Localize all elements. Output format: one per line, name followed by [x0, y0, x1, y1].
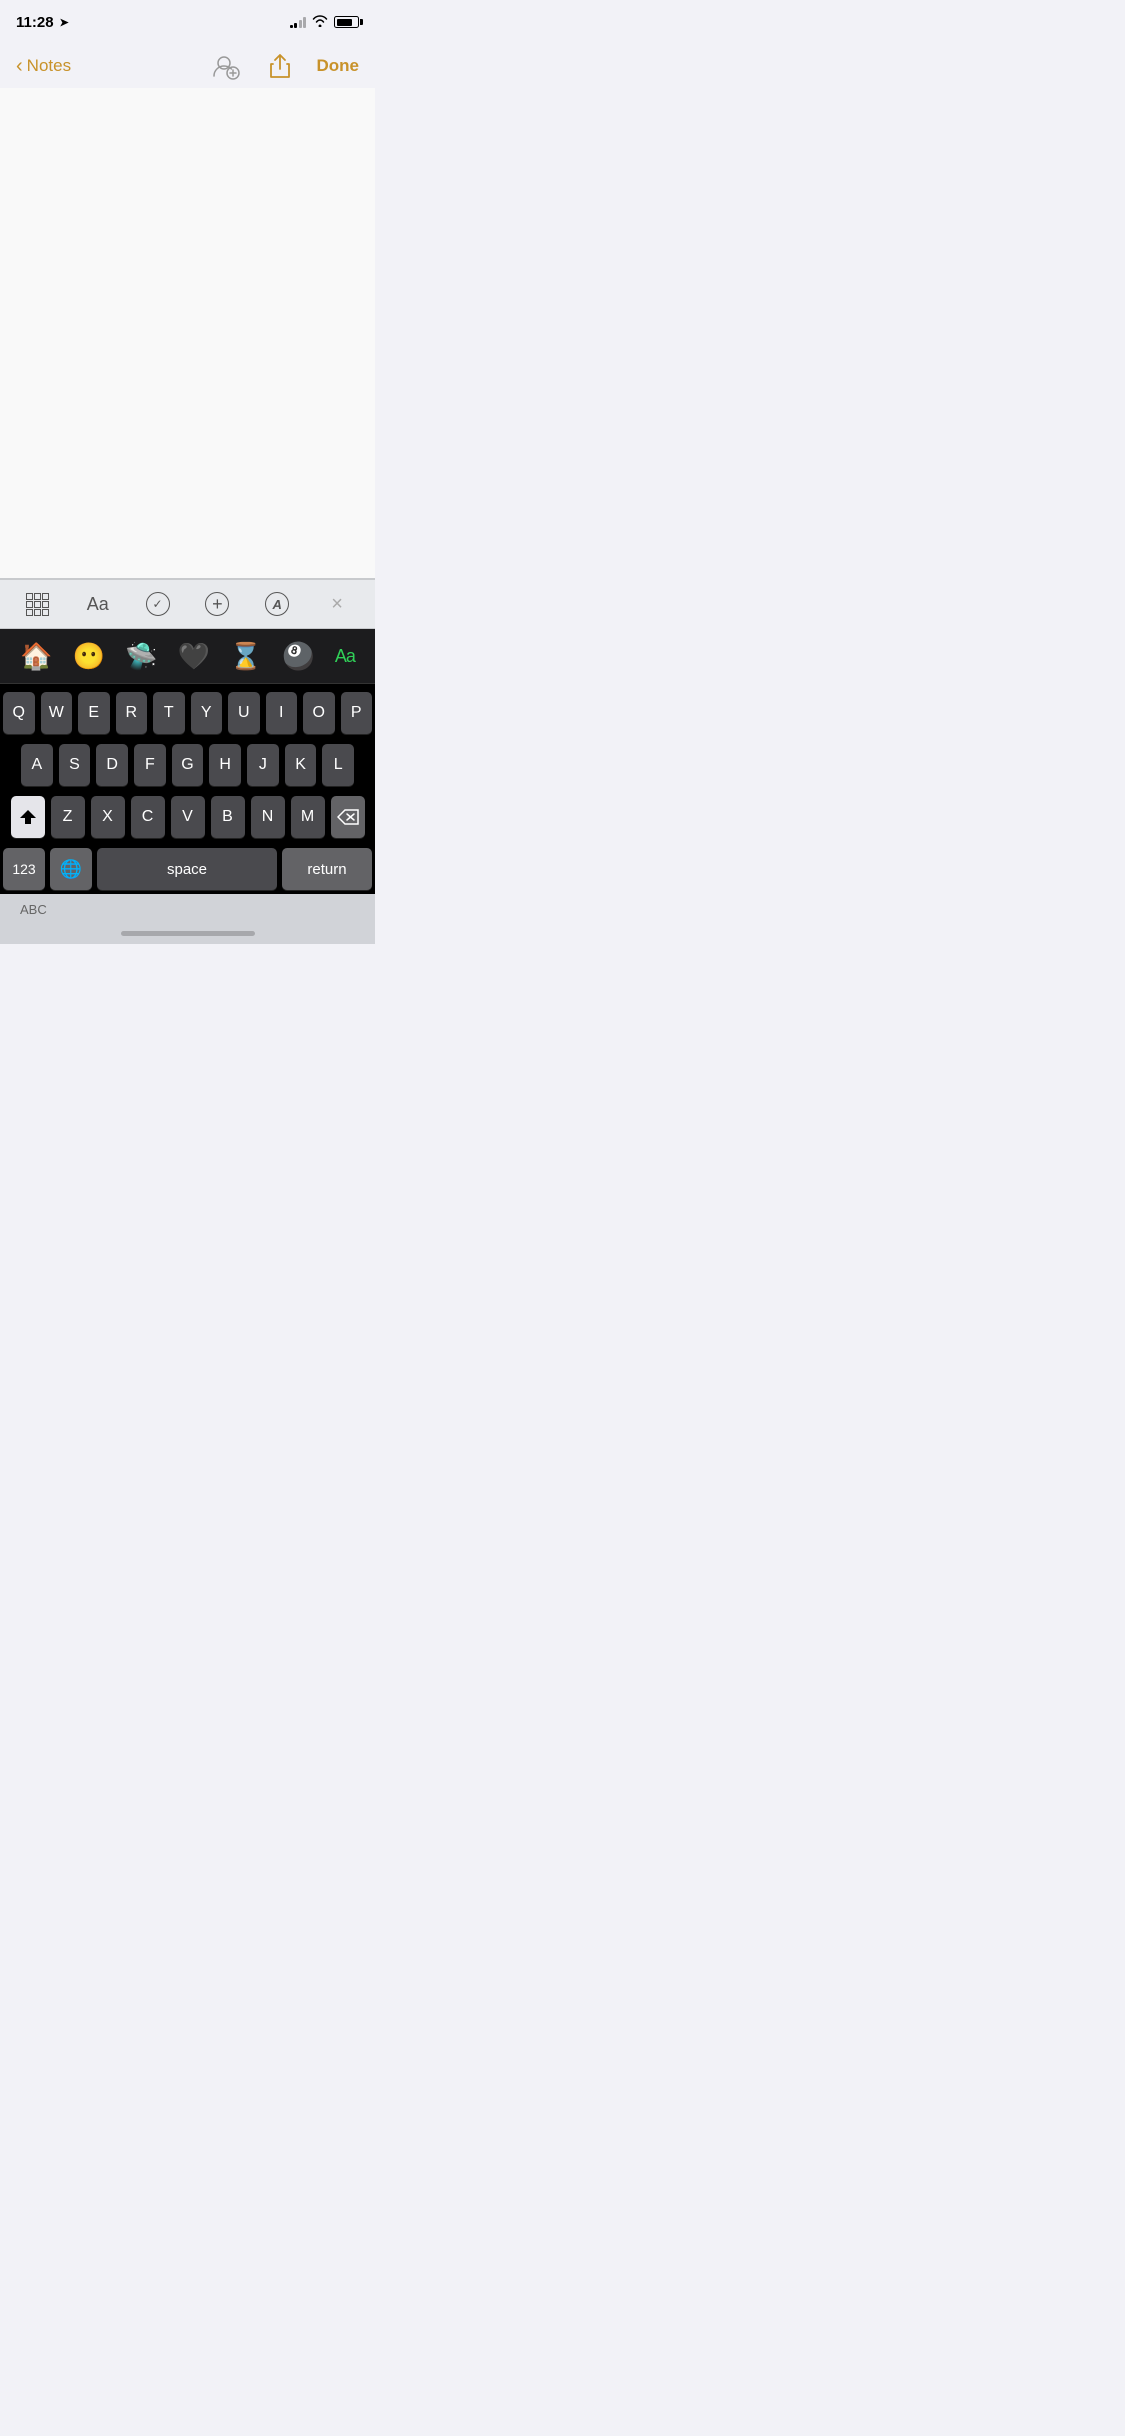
key-c[interactable]: C	[131, 796, 165, 838]
back-label: Notes	[27, 56, 71, 76]
key-x[interactable]: X	[91, 796, 125, 838]
key-rows: Q W E R T Y U I O P A S D F G H J K L	[0, 684, 375, 894]
status-icons	[290, 14, 360, 30]
key-r[interactable]: R	[116, 692, 148, 734]
location-arrow-icon: ➤	[60, 16, 69, 29]
shift-key[interactable]	[11, 796, 45, 838]
nav-bar: ‹ Notes Done	[0, 44, 375, 88]
key-d[interactable]: D	[96, 744, 128, 786]
bottom-bar: ABC	[0, 894, 375, 944]
numbers-key[interactable]: 123	[3, 848, 45, 890]
key-row-4: 123 🌐 space return	[3, 848, 372, 890]
key-v[interactable]: V	[171, 796, 205, 838]
key-a[interactable]: A	[21, 744, 53, 786]
key-e[interactable]: E	[78, 692, 110, 734]
status-time: 11:28 ➤	[16, 14, 69, 31]
status-bar: 11:28 ➤	[0, 0, 375, 44]
checklist-button[interactable]: ✓	[136, 582, 180, 626]
key-h[interactable]: H	[209, 744, 241, 786]
table-button[interactable]	[16, 582, 60, 626]
key-u[interactable]: U	[228, 692, 260, 734]
key-q[interactable]: Q	[3, 692, 35, 734]
check-circle-icon: ✓	[146, 592, 170, 616]
key-g[interactable]: G	[172, 744, 204, 786]
emoji-expressionless[interactable]: 😶	[73, 641, 105, 672]
emoji-8ball[interactable]: 🎱	[282, 641, 314, 672]
markup-button[interactable]: A	[255, 582, 299, 626]
delete-key[interactable]	[331, 796, 365, 838]
key-f[interactable]: F	[134, 744, 166, 786]
emoji-pixel-heart[interactable]: 🖤	[177, 641, 209, 672]
key-y[interactable]: Y	[191, 692, 223, 734]
key-row-2: A S D F G H J K L	[3, 744, 372, 786]
return-key[interactable]: return	[282, 848, 372, 890]
back-button[interactable]: ‹ Notes	[16, 56, 71, 76]
back-chevron-icon: ‹	[16, 56, 23, 76]
close-keyboard-button[interactable]: ×	[315, 582, 359, 626]
font-button[interactable]: Aa	[76, 582, 120, 626]
emoji-ufo[interactable]: 🛸	[125, 641, 157, 672]
key-k[interactable]: K	[285, 744, 317, 786]
font-icon: Aa	[87, 594, 109, 615]
key-w[interactable]: W	[41, 692, 73, 734]
key-j[interactable]: J	[247, 744, 279, 786]
table-icon	[26, 593, 49, 616]
key-o[interactable]: O	[303, 692, 335, 734]
insert-button[interactable]: +	[195, 582, 239, 626]
time-label: 11:28	[16, 14, 54, 31]
keyboard: 🏠 😶 🛸 🖤 ⌛ 🎱 Aa Q W E R T Y U I O P A S D…	[0, 629, 375, 894]
done-button[interactable]: Done	[317, 56, 360, 76]
key-i[interactable]: I	[266, 692, 298, 734]
key-row-1: Q W E R T Y U I O P	[3, 692, 372, 734]
home-indicator	[121, 931, 255, 936]
emoji-aa-button[interactable]: Aa	[335, 646, 355, 667]
wifi-icon	[312, 14, 328, 30]
emoji-hourglass[interactable]: ⌛	[230, 641, 262, 672]
key-m[interactable]: M	[291, 796, 325, 838]
globe-key[interactable]: 🌐	[50, 848, 92, 890]
plus-circle-icon: +	[205, 592, 229, 616]
key-row-3: Z X C V B N M	[3, 796, 372, 838]
nav-actions: Done	[209, 49, 360, 83]
battery-icon	[334, 16, 359, 28]
key-p[interactable]: P	[341, 692, 373, 734]
pen-circle-icon: A	[265, 592, 289, 616]
key-t[interactable]: T	[153, 692, 185, 734]
add-collaborator-button[interactable]	[209, 49, 243, 83]
close-icon: ×	[331, 593, 343, 616]
emoji-house[interactable]: 🏠	[20, 641, 52, 672]
space-key[interactable]: space	[97, 848, 277, 890]
key-b[interactable]: B	[211, 796, 245, 838]
formatting-toolbar: Aa ✓ + A ×	[0, 579, 375, 629]
emoji-suggestions-row: 🏠 😶 🛸 🖤 ⌛ 🎱 Aa	[0, 629, 375, 684]
abc-label: ABC	[20, 902, 47, 917]
key-l[interactable]: L	[322, 744, 354, 786]
signal-icon	[290, 16, 307, 28]
note-content-area[interactable]	[0, 88, 375, 578]
key-n[interactable]: N	[251, 796, 285, 838]
key-z[interactable]: Z	[51, 796, 85, 838]
share-button[interactable]	[263, 49, 297, 83]
key-s[interactable]: S	[59, 744, 91, 786]
